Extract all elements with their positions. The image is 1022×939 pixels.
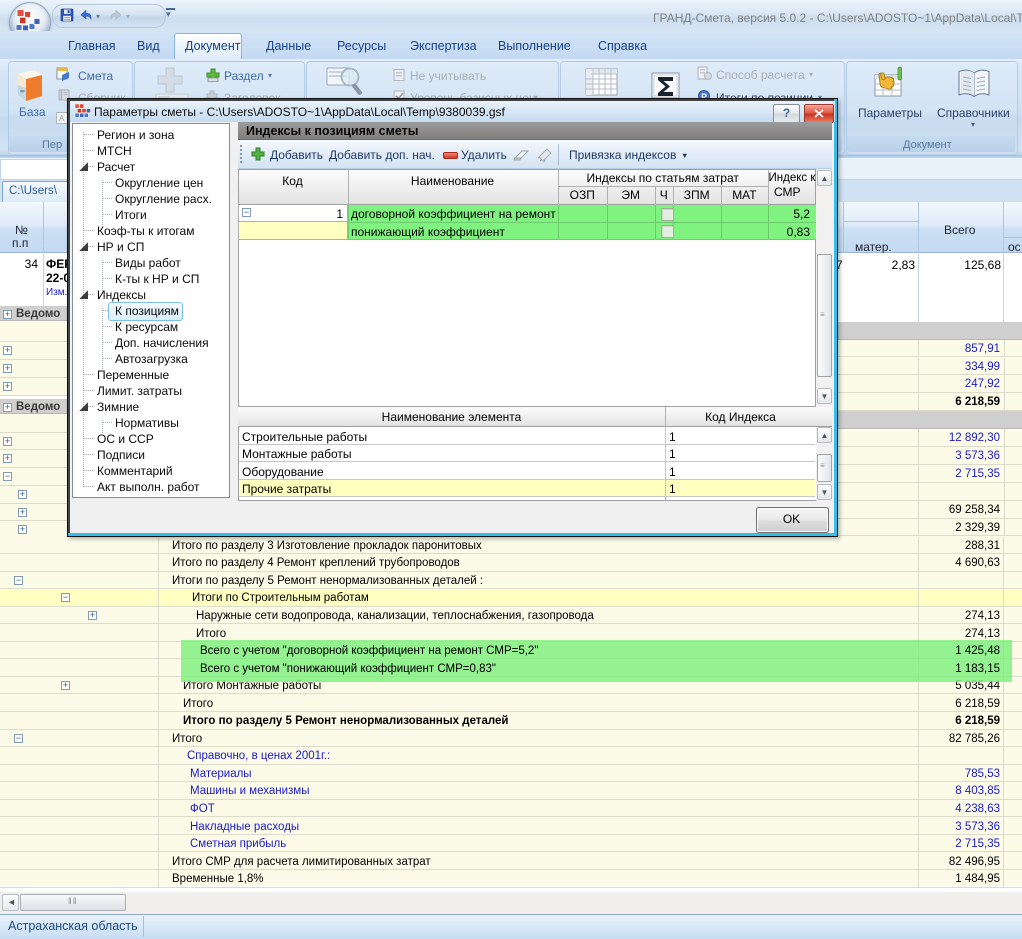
svg-text:A: A xyxy=(59,114,65,123)
